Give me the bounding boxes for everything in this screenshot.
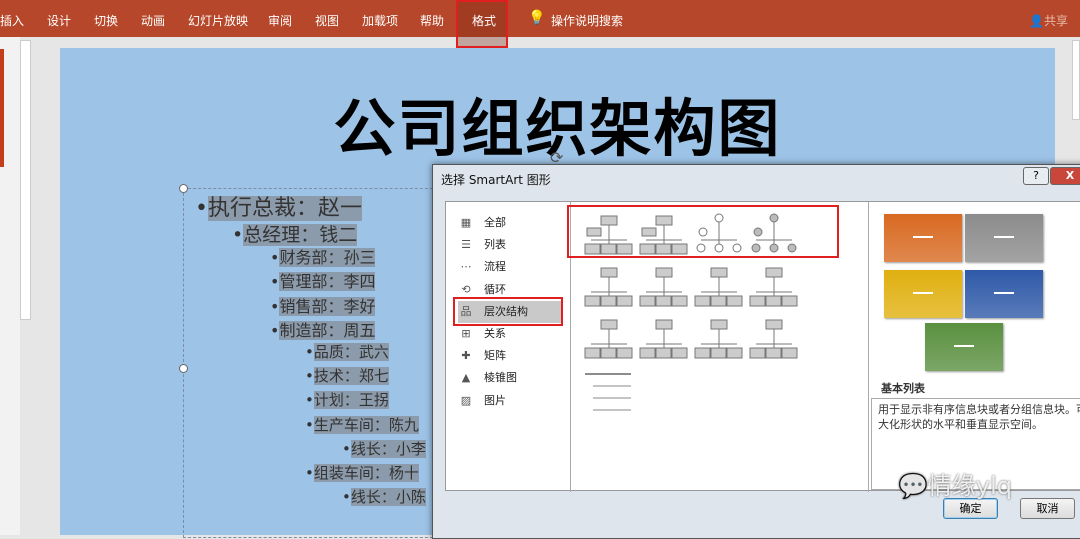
tab-transitions[interactable]: 切换 xyxy=(94,12,118,29)
bullet-item[interactable]: •技术：郑七 xyxy=(305,365,389,386)
layout-thumbnail[interactable] xyxy=(581,264,637,310)
user-icon: 👤 xyxy=(1029,14,1044,28)
layout-thumbnail[interactable] xyxy=(691,264,747,310)
preview-shape xyxy=(884,214,962,262)
dialog-body: ▦ 全部 ☰ 列表 ⋯ 流程 ⟲ 循环品层次结构 ⊞ 关系 ✚ 矩阵 ▲ 棱锥图 ▨ 图片 基本列表 用于显示… xyxy=(445,201,1080,492)
bullet-text: 财务部：孙三 xyxy=(279,248,376,268)
layout-thumbnail[interactable] xyxy=(636,316,692,362)
tab-slideshow[interactable]: 幻灯片放映 xyxy=(188,12,248,29)
bullet-item[interactable]: •生产车间：陈九 xyxy=(305,414,419,435)
category-item[interactable]: ✚ 矩阵 xyxy=(458,345,563,367)
category-item[interactable]: ▲ 棱锥图 xyxy=(458,367,563,389)
layout-thumbnail[interactable] xyxy=(746,212,802,258)
layout-thumbnail[interactable] xyxy=(746,316,802,362)
bullet-text: 技术：郑七 xyxy=(313,367,389,386)
resize-handle[interactable] xyxy=(179,364,188,373)
thumbnail-selected[interactable] xyxy=(0,49,4,167)
category-item[interactable]: ⊞ 关系 xyxy=(458,323,563,345)
bullet-text: 线长：小李 xyxy=(350,439,426,458)
category-item[interactable]: ▨ 图片 xyxy=(458,390,563,412)
category-icon: ▨ xyxy=(460,393,472,407)
category-item[interactable]: ▦ 全部 xyxy=(458,212,563,234)
layout-thumbnail[interactable] xyxy=(746,264,802,310)
category-icon: ▦ xyxy=(460,216,472,229)
preview-shape xyxy=(965,214,1043,262)
bullet-item[interactable]: •品质：武六 xyxy=(305,341,389,362)
layout-thumbnail[interactable] xyxy=(691,316,747,362)
bullet-text: 线长：小陈 xyxy=(350,488,426,507)
category-icon: ✚ xyxy=(461,349,471,363)
tab-design[interactable]: 设计 xyxy=(47,12,71,29)
layout-thumbnail[interactable] xyxy=(581,316,637,362)
layout-thumbnail[interactable] xyxy=(581,368,637,414)
cancel-button[interactable]: 取消 xyxy=(1020,498,1075,519)
category-icon: ⋯ xyxy=(460,260,472,274)
dialog-title: 选择 SmartArt 图形 xyxy=(441,173,551,187)
help-button[interactable]: ? xyxy=(1023,167,1049,185)
bullet-text: 管理部：李四 xyxy=(279,272,376,292)
category-item[interactable]: ☰ 列表 xyxy=(458,234,563,256)
tab-review[interactable]: 审阅 xyxy=(268,12,292,29)
preview-shape xyxy=(884,270,962,318)
bullet-text: 组装车间：杨十 xyxy=(313,464,419,482)
tab-format[interactable]: 格式 xyxy=(472,12,496,29)
preview-name: 基本列表 xyxy=(881,382,925,395)
category-icon: ☰ xyxy=(461,238,471,252)
bullet-item[interactable]: •计划：王拐 xyxy=(305,389,389,410)
category-item[interactable]: ⋯ 流程 xyxy=(458,256,563,278)
close-button[interactable]: X xyxy=(1050,167,1080,185)
tab-animations[interactable]: 动画 xyxy=(141,12,165,29)
preview-pane: 基本列表 用于显示非有序信息块或者分组信息块。可最大化形状的水平和垂直显示空间。 xyxy=(869,202,1080,492)
preview-shape xyxy=(965,270,1043,318)
bullet-text: 销售部：李好 xyxy=(279,296,376,316)
resize-handle[interactable] xyxy=(179,184,188,193)
watermark: 💬情缘ylq xyxy=(898,472,1012,500)
ok-button[interactable]: 确定 xyxy=(943,498,998,519)
bullet-text: 制造部：周五 xyxy=(279,320,376,340)
bullet-item[interactable]: •财务部：孙三 xyxy=(270,244,376,268)
layout-gallery xyxy=(567,202,869,492)
bullet-text: 生产车间：陈九 xyxy=(313,415,419,434)
layout-thumbnail[interactable] xyxy=(636,264,692,310)
lightbulb-icon: 💡 xyxy=(528,10,546,26)
tab-addins[interactable]: 加载项 xyxy=(362,12,398,29)
tab-view[interactable]: 视图 xyxy=(315,12,339,29)
bullet-item[interactable]: •总经理：钱二 xyxy=(232,220,358,247)
preview-shape xyxy=(925,323,1003,371)
bullet-item[interactable]: •线长：小李 xyxy=(342,438,426,459)
search-tell-me[interactable]: 操作说明搜索 xyxy=(551,12,623,29)
layout-thumbnail[interactable] xyxy=(581,212,637,258)
bullet-item[interactable]: •执行总裁：赵一 xyxy=(195,190,362,222)
ribbon: 插入 设计 切换 动画 幻灯片放映 审阅 视图 加载项 帮助 格式 💡 操作说明… xyxy=(0,0,1080,48)
category-icon: ▲ xyxy=(461,371,471,385)
bullet-text: 执行总裁：赵一 xyxy=(207,196,362,221)
category-list: ▦ 全部 ☰ 列表 ⋯ 流程 ⟲ 循环品层次结构 ⊞ 关系 ✚ 矩阵 ▲ 棱锥图 ▨ 图片 xyxy=(446,202,571,492)
bullet-item[interactable]: •线长：小陈 xyxy=(342,486,426,507)
category-icon: ⊞ xyxy=(461,327,471,340)
share-button[interactable]: 👤共享 xyxy=(1029,12,1068,29)
bullet-text: 总经理：钱二 xyxy=(243,224,358,246)
bullet-text: 品质：武六 xyxy=(313,343,389,361)
layout-thumbnail[interactable] xyxy=(691,212,747,258)
wechat-icon: 💬 xyxy=(898,472,928,500)
bullet-text: 计划：王拐 xyxy=(313,391,389,410)
bullet-item[interactable]: •制造部：周五 xyxy=(270,317,376,341)
bullet-item[interactable]: •管理部：李四 xyxy=(270,268,376,292)
slide-thumbnails[interactable] xyxy=(0,37,20,535)
tab-insert[interactable]: 插入 xyxy=(0,12,24,29)
scrollbar[interactable] xyxy=(20,40,31,320)
highlight-box xyxy=(453,297,563,326)
tab-help[interactable]: 帮助 xyxy=(420,12,444,29)
bullet-item[interactable]: •销售部：李好 xyxy=(270,293,376,317)
layout-thumbnail[interactable] xyxy=(636,212,692,258)
bullet-item[interactable]: •组装车间：杨十 xyxy=(305,462,419,483)
scrollbar-right[interactable] xyxy=(1072,40,1080,120)
